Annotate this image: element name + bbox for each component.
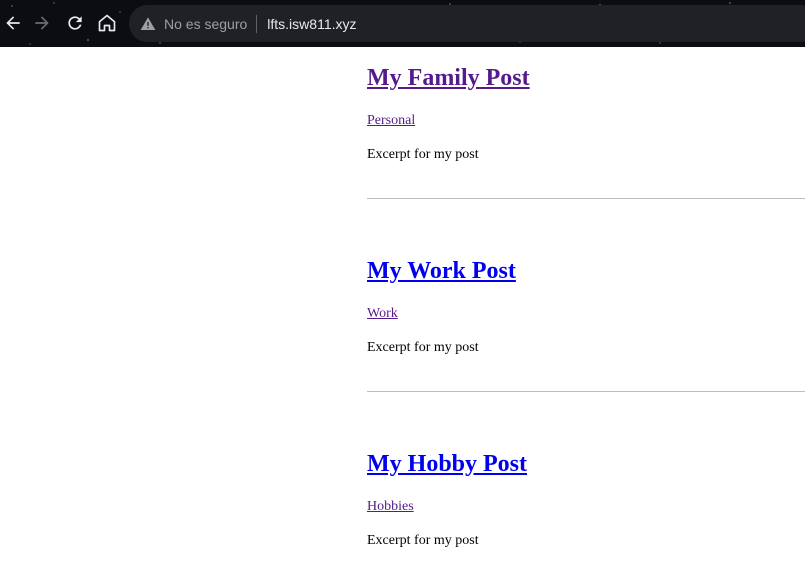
post-excerpt: Excerpt for my post <box>367 533 479 548</box>
post-category-link[interactable]: Hobbies <box>367 498 805 516</box>
post-item: My Family Post Personal Excerpt for my p… <box>367 47 805 199</box>
post-title-link[interactable]: My Hobby Post <box>367 451 527 477</box>
post-excerpt: Excerpt for my post <box>367 340 479 355</box>
url-text[interactable]: lfts.isw811.xyz <box>267 16 356 32</box>
browser-toolbar: No es seguro lfts.isw811.xyz <box>0 0 805 47</box>
forward-button[interactable] <box>29 10 55 36</box>
back-button[interactable] <box>0 10 26 36</box>
post-title-link[interactable]: My Family Post <box>367 65 530 91</box>
reload-button[interactable] <box>62 10 88 36</box>
omnibox-divider <box>256 14 258 33</box>
post-title: My Work Post <box>367 199 805 300</box>
home-button[interactable] <box>94 10 120 36</box>
address-bar[interactable]: No es seguro lfts.isw811.xyz <box>129 5 805 42</box>
reload-icon <box>68 16 82 30</box>
post-category-link[interactable]: Personal <box>367 112 805 130</box>
post-item: My Hobby Post Hobbies Excerpt for my pos… <box>367 392 805 550</box>
post-category-link[interactable]: Work <box>367 305 805 323</box>
post-title: My Family Post <box>367 47 805 107</box>
security-status[interactable]: No es seguro <box>164 16 247 32</box>
post-excerpt: Excerpt for my post <box>367 147 479 162</box>
home-icon <box>98 14 116 32</box>
post-title: My Hobby Post <box>367 392 805 493</box>
post-item: My Work Post Work Excerpt for my post <box>367 199 805 392</box>
back-arrow-icon <box>6 16 20 30</box>
warning-triangle-icon[interactable] <box>140 16 156 32</box>
post-title-link[interactable]: My Work Post <box>367 258 516 284</box>
forward-arrow-icon <box>35 16 49 30</box>
posts-list: My Family Post Personal Excerpt for my p… <box>367 47 805 550</box>
